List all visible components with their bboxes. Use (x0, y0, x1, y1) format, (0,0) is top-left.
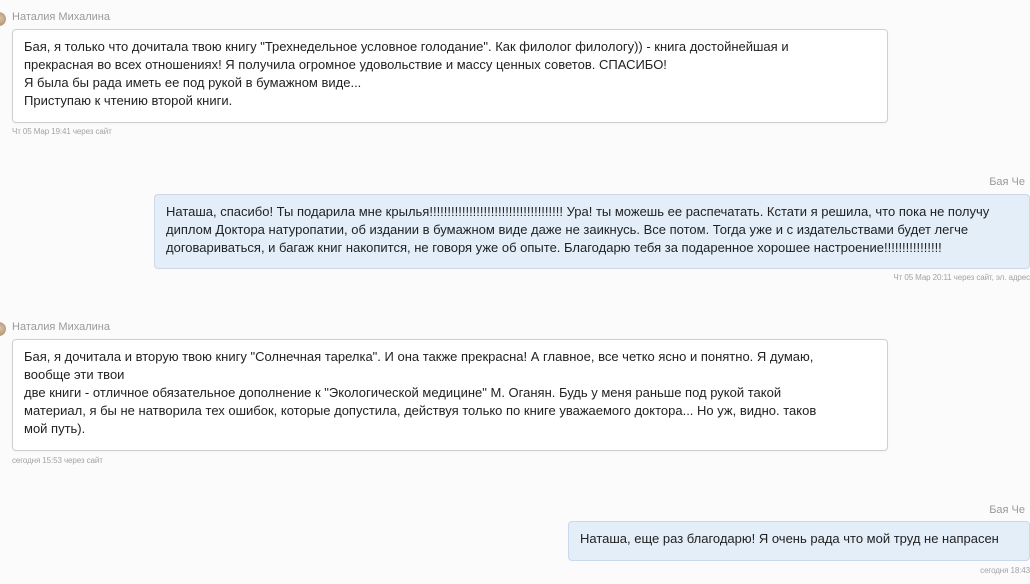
avatar[interactable] (0, 322, 6, 336)
message-bubble-incoming: Бая, я только что дочитала твою книгу "Т… (12, 29, 888, 123)
message-text-line: материал, я бы не натворила тех ошибок, … (24, 403, 817, 418)
message-author[interactable]: Бая Че (989, 504, 1025, 516)
message-text-line: Наташа, спасибо! Ты подарила мне крылья!… (166, 204, 990, 219)
message-text-line: Бая, я дочитала и вторую твою книгу "Сол… (24, 349, 814, 364)
message-text-line: Бая, я только что дочитала твою книгу "Т… (24, 39, 789, 54)
message-meta: Чт 05 Мар 19:41 через сайт (12, 127, 112, 136)
message-text-line: мой путь). (24, 421, 86, 436)
message-thread: Наталия Михалина Бая, я только что дочит… (0, 0, 1030, 584)
message-text-line: прекрасная во всех отношениях! Я получил… (24, 57, 667, 72)
message-text-line: Я была бы рада иметь ее под рукой в бума… (24, 75, 362, 90)
message-bubble-outgoing: Наташа, спасибо! Ты подарила мне крылья!… (154, 194, 1030, 269)
message-text-line: договариваться, и багаж книг накопится, … (166, 240, 942, 255)
message-text-line: диплом Доктора натуропатии, об издании в… (166, 222, 969, 237)
message-text-line: вообще эти твои (24, 367, 125, 382)
avatar[interactable] (0, 12, 6, 26)
message-bubble-incoming: Бая, я дочитала и вторую твою книгу "Сол… (12, 339, 888, 451)
message-text-line: Наташа, еще раз благодарю! Я очень рада … (580, 531, 999, 546)
message-author[interactable]: Наталия Михалина (12, 321, 110, 333)
message-bubble-outgoing: Наташа, еще раз благодарю! Я очень рада … (568, 521, 1030, 561)
message-meta: сегодня 15:53 через сайт (12, 456, 103, 465)
message-author[interactable]: Бая Че (989, 176, 1025, 188)
message-meta: сегодня 18:43 (980, 566, 1030, 575)
message-author[interactable]: Наталия Михалина (12, 11, 110, 23)
message-text-line: Приступаю к чтению второй книги. (24, 93, 233, 108)
message-meta: Чт 05 Мар 20:11 через сайт, эл. адрес (893, 273, 1030, 282)
message-text-line: две книги - отличное обязательное дополн… (24, 385, 782, 400)
